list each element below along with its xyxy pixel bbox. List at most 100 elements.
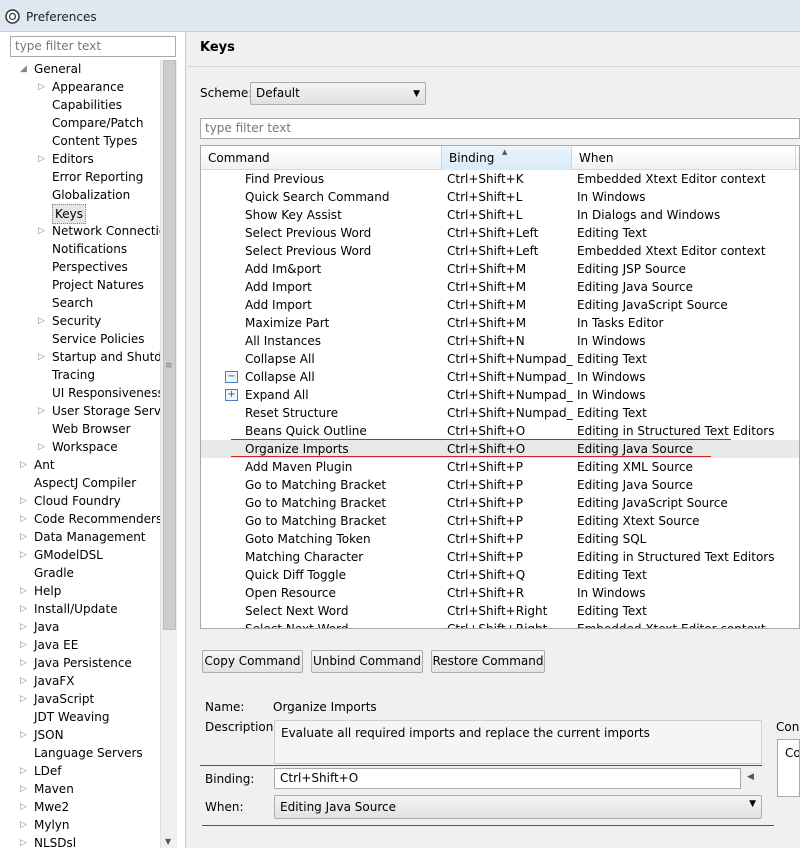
table-row[interactable]: Select Previous Word Ctrl+Shift+Left Embed…	[201, 242, 799, 260]
tree-item[interactable]: ▷ GModelDSL	[0, 546, 160, 564]
table-row[interactable]: Select Previous Word Ctrl+Shift+Left Editi…	[201, 224, 799, 242]
tree-item[interactable]: ◢ General	[0, 60, 160, 78]
tree-collapsed-icon[interactable]: ▷	[20, 492, 30, 510]
keys-filter-input[interactable]: type filter text	[200, 118, 800, 139]
table-row[interactable]: Goto Matching Token Ctrl+Shift+P Editing S…	[201, 530, 799, 548]
tree-item[interactable]: Perspectives	[0, 258, 160, 276]
tree-filter-input[interactable]: type filter text	[10, 36, 176, 57]
binding-dropdown-arrow-icon[interactable]: ◀	[747, 772, 754, 782]
tree-item[interactable]: Gradle	[0, 564, 160, 582]
table-row[interactable]: All Instances Ctrl+Shift+N In Windows	[201, 332, 799, 350]
tree-collapsed-icon[interactable]: ▷	[20, 456, 30, 474]
tree-item[interactable]: ▷ Startup and Shutdown	[0, 348, 160, 366]
tree-collapsed-icon[interactable]: ▷	[38, 78, 48, 96]
column-header-binding[interactable]: ▲ Binding	[442, 146, 572, 170]
tree-collapsed-icon[interactable]: ▷	[20, 600, 30, 618]
tree-collapsed-icon[interactable]: ▷	[20, 654, 30, 672]
tree-collapsed-icon[interactable]: ▷	[20, 816, 30, 834]
unbind-command-button[interactable]: Unbind Command	[311, 650, 423, 673]
tree-collapsed-icon[interactable]: ▷	[20, 528, 30, 546]
tree-collapsed-icon[interactable]: ▷	[20, 582, 30, 600]
table-row[interactable]: Select Next Word Ctrl+Shift+Right Editing …	[201, 602, 799, 620]
tree-item[interactable]: ▷ Mylyn	[0, 816, 160, 834]
tree-item[interactable]: ▷ Cloud Foundry	[0, 492, 160, 510]
table-row[interactable]: Show Key Assist Ctrl+Shift+L In Dialogs an…	[201, 206, 799, 224]
scroll-down-arrow-icon[interactable]: ▼	[165, 837, 171, 846]
tree-collapsed-icon[interactable]: ▷	[38, 438, 48, 456]
tree-item[interactable]: ▷ Data Management	[0, 528, 160, 546]
tree-scrollbar-thumb[interactable]	[163, 60, 176, 630]
table-row[interactable]: Select Next Word Ctrl+Shift+Right Embedded…	[201, 620, 799, 628]
table-row[interactable]: Matching Character Ctrl+Shift+P Editing in…	[201, 548, 799, 566]
tree-item[interactable]: ▷ JavaScript	[0, 690, 160, 708]
tree-collapsed-icon[interactable]: ▷	[20, 672, 30, 690]
tree-collapsed-icon[interactable]: ▷	[20, 618, 30, 636]
tree-item[interactable]: Service Policies	[0, 330, 160, 348]
tree-collapsed-icon[interactable]: ▷	[38, 402, 48, 420]
tree-collapsed-icon[interactable]: ▷	[20, 780, 30, 798]
tree-item[interactable]: ▷ Java Persistence	[0, 654, 160, 672]
tree-collapsed-icon[interactable]: ▷	[38, 348, 48, 366]
tree-item[interactable]: ▷ Install/Update	[0, 600, 160, 618]
tree-item[interactable]: Notifications	[0, 240, 160, 258]
table-row[interactable]: Collapse All Ctrl+Shift+Numpad_ Editing Te…	[201, 350, 799, 368]
tree-item[interactable]: UI Responsiveness M	[0, 384, 160, 402]
tree-item[interactable]: ▷ Security	[0, 312, 160, 330]
tree-collapsed-icon[interactable]: ▷	[20, 546, 30, 564]
tree-item[interactable]: Web Browser	[0, 420, 160, 438]
tree-scrollbar[interactable]: ≡ ▼	[160, 60, 177, 848]
tree-item[interactable]: ▷ JavaFX	[0, 672, 160, 690]
table-row[interactable]: Quick Diff Toggle Ctrl+Shift+Q Editing Tex…	[201, 566, 799, 584]
tree-collapsed-icon[interactable]: ▷	[20, 834, 30, 848]
table-row[interactable]: Add Import Ctrl+Shift+M Editing JavaScript…	[201, 296, 799, 314]
copy-command-button[interactable]: Copy Command	[202, 650, 303, 673]
tree-collapsed-icon[interactable]: ▷	[20, 798, 30, 816]
tree-item[interactable]: JDT Weaving	[0, 708, 160, 726]
tree-item[interactable]: ▷ LDef	[0, 762, 160, 780]
tree-item[interactable]: Keys	[0, 204, 160, 224]
table-row[interactable]: Add Import Ctrl+Shift+M Editing Java Sourc…	[201, 278, 799, 296]
column-header-when[interactable]: When	[572, 146, 796, 170]
when-dropdown[interactable]: Editing Java Source ▼	[274, 795, 762, 819]
tree-item[interactable]: ▷ Java	[0, 618, 160, 636]
tree-item[interactable]: Capabilities	[0, 96, 160, 114]
tree-collapsed-icon[interactable]: ▷	[20, 510, 30, 528]
tree-item[interactable]: ▷ JSON	[0, 726, 160, 744]
tree-collapsed-icon[interactable]: ▷	[20, 762, 30, 780]
tree-expanded-icon[interactable]: ◢	[20, 60, 30, 78]
tree-item[interactable]: Tracing	[0, 366, 160, 384]
tree-item[interactable]: Compare/Patch	[0, 114, 160, 132]
table-row[interactable]: Add Maven Plugin Ctrl+Shift+P Editing XML …	[201, 458, 799, 476]
binding-field[interactable]: Ctrl+Shift+O	[274, 768, 741, 789]
tree-item[interactable]: ▷ Code Recommenders	[0, 510, 160, 528]
tree-collapsed-icon[interactable]: ▷	[20, 726, 30, 744]
table-row[interactable]: Reset Structure Ctrl+Shift+Numpad_ Editing…	[201, 404, 799, 422]
table-row[interactable]: Quick Search Command Ctrl+Shift+L In Windo…	[201, 188, 799, 206]
table-row[interactable]: Maximize Part Ctrl+Shift+M In Tasks Editor	[201, 314, 799, 332]
table-row[interactable]: Go to Matching Bracket Ctrl+Shift+P Editin…	[201, 512, 799, 530]
tree-item[interactable]: ▷ Java EE	[0, 636, 160, 654]
column-header-command[interactable]: Command	[201, 146, 442, 170]
tree-item[interactable]: ▷ Editors	[0, 150, 160, 168]
restore-command-button[interactable]: Restore Command	[431, 650, 545, 673]
tree-collapsed-icon[interactable]: ▷	[38, 222, 48, 240]
tree-item[interactable]: Error Reporting	[0, 168, 160, 186]
tree-item[interactable]: Search	[0, 294, 160, 312]
tree-collapsed-icon[interactable]: ▷	[38, 150, 48, 168]
tree-item[interactable]: ▷ Network Connection	[0, 222, 160, 240]
tree-item[interactable]: ▷ Workspace	[0, 438, 160, 456]
tree-collapsed-icon[interactable]: ▷	[20, 690, 30, 708]
tree-item[interactable]: ▷ Help	[0, 582, 160, 600]
tree-item[interactable]: AspectJ Compiler	[0, 474, 160, 492]
tree-item[interactable]: ▷ Appearance	[0, 78, 160, 96]
tree-item[interactable]: ▷ User Storage Service	[0, 402, 160, 420]
tree-collapsed-icon[interactable]: ▷	[20, 636, 30, 654]
table-row[interactable]: − Collapse All Ctrl+Shift+Numpad_ In Window…	[201, 368, 799, 386]
tree-item[interactable]: ▷ NLSDsl	[0, 834, 160, 848]
table-row[interactable]: Add Im&port Ctrl+Shift+M Editing JSP Sourc…	[201, 260, 799, 278]
table-row[interactable]: Beans Quick Outline Ctrl+Shift+O Editing i…	[201, 422, 799, 440]
table-row[interactable]: + Expand All Ctrl+Shift+Numpad_ In Windows	[201, 386, 799, 404]
tree-item[interactable]: Project Natures	[0, 276, 160, 294]
tree-item[interactable]: ▷ Mwe2	[0, 798, 160, 816]
tree-item[interactable]: Globalization	[0, 186, 160, 204]
